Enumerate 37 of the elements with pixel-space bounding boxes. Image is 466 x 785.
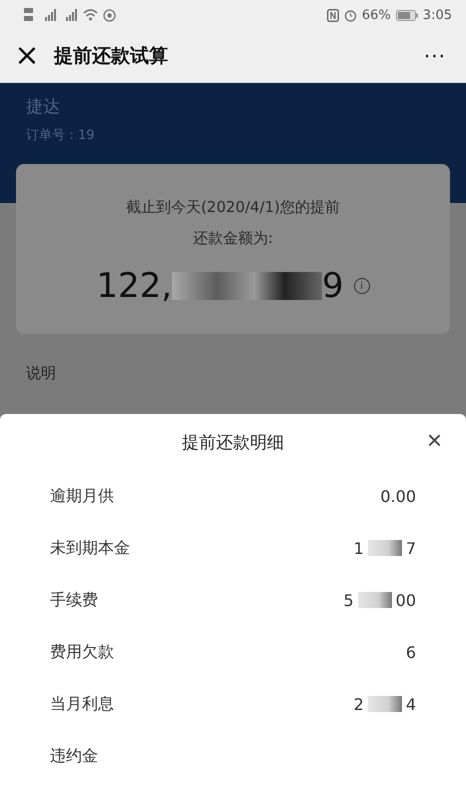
- hotspot-icon: [103, 8, 116, 22]
- row-value: 7: [406, 538, 416, 558]
- row-value: 2: [354, 694, 364, 714]
- row-label: 未到期本金: [50, 538, 130, 558]
- close-button[interactable]: ×: [14, 41, 40, 71]
- notes-heading: 说明: [25, 363, 57, 383]
- sheet-title: 提前还款明细: [182, 432, 284, 454]
- sim-icon: [24, 7, 36, 23]
- row-label: 逾期月供: [50, 486, 114, 506]
- row-value: 6: [406, 642, 416, 662]
- summary-text: 截止到今天(2020/4/1)您的提前还款金额为:: [124, 197, 342, 249]
- row-value: 5: [343, 590, 354, 610]
- row-label: 违约金: [50, 746, 98, 766]
- battery-icon: [396, 10, 418, 20]
- wifi-icon: [83, 9, 98, 21]
- clock-time: 3:05: [422, 8, 452, 22]
- info-icon[interactable]: i: [354, 278, 370, 294]
- order-number: 订单号：19: [25, 127, 96, 144]
- more-button[interactable]: ···: [424, 44, 446, 68]
- row-label: 费用欠款: [50, 642, 114, 662]
- nfc-icon: [326, 8, 339, 22]
- redaction-block: [358, 592, 392, 608]
- row-value: 1: [354, 538, 364, 558]
- redaction-block: [368, 696, 402, 712]
- row-value: 00: [396, 590, 416, 610]
- row-value: 0.00: [380, 486, 416, 506]
- car-name: 捷达: [25, 96, 61, 118]
- row-label: 手续费: [50, 590, 98, 610]
- battery-percent: 66%: [362, 8, 391, 22]
- redaction-block: [368, 540, 402, 556]
- page-title: 提前还款试算: [54, 44, 169, 69]
- close-button[interactable]: ×: [426, 427, 442, 453]
- alarm-icon: [344, 8, 357, 22]
- amount-value: 9: [322, 266, 344, 306]
- row-label: 当月利息: [50, 694, 114, 714]
- row-value: 4: [406, 694, 416, 714]
- amount-value: 122,: [96, 266, 172, 306]
